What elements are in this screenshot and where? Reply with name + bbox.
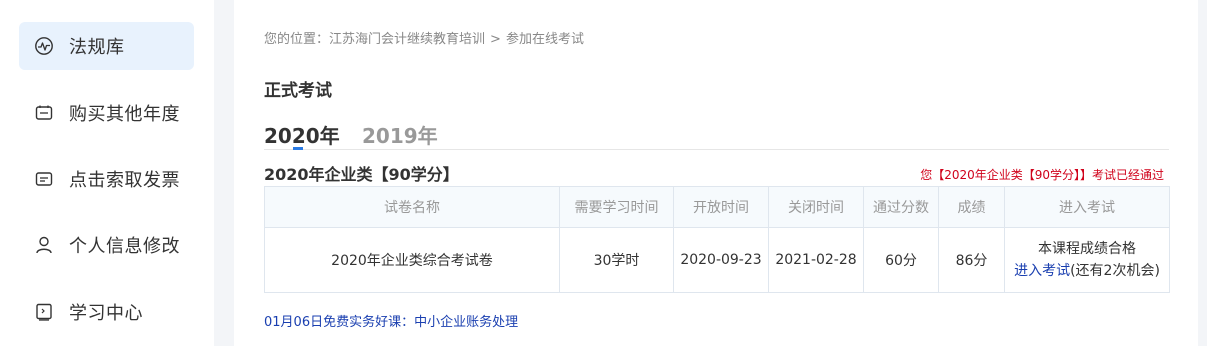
sidebar-item-label: 学习中心 xyxy=(69,303,143,324)
table-row: 2020年企业类综合考试卷 30学时 2020-09-23 2021-02-28… xyxy=(264,227,1170,293)
breadcrumb-prefix: 您的位置： xyxy=(264,32,330,47)
breadcrumb-home-link[interactable]: 江苏海门会计继续教育培训 xyxy=(329,32,485,47)
study-time: 30学时 xyxy=(559,227,674,293)
sidebar: 法规库 购买其他年度 点击索取发票 个人信息修改 学习中心 xyxy=(0,0,214,346)
column-header: 通过分数 xyxy=(863,186,939,228)
pass-score: 60分 xyxy=(863,227,939,293)
column-header: 试卷名称 xyxy=(264,186,560,228)
breadcrumb-separator: > xyxy=(490,32,501,47)
pass-notice: 您【2020年企业类【90学分】】考试已经通过 xyxy=(920,168,1164,182)
exam-category-title: 2020年企业类【90学分】 xyxy=(264,165,459,184)
sidebar-item-law-library[interactable]: 法规库 xyxy=(19,22,194,70)
tab-2019[interactable]: 2019年 xyxy=(362,120,438,149)
sidebar-item-invoice[interactable]: 点击索取发票 xyxy=(19,155,194,203)
sidebar-item-label: 法规库 xyxy=(69,37,125,58)
promo-course-link[interactable]: 01月06日免费实务好课：中小企业账务处理 xyxy=(264,311,518,330)
main-panel: 您的位置：江苏海门会计继续教育培训 > 参加在线考试 正式考试 2020年 2019… xyxy=(234,0,1198,346)
close-date: 2021-02-28 xyxy=(768,227,864,293)
sidebar-item-label: 点击索取发票 xyxy=(69,170,180,191)
enter-exam-line: 进入考试(还有2次机会) xyxy=(1005,260,1169,282)
column-header: 进入考试 xyxy=(1004,186,1170,228)
breadcrumb: 您的位置：江苏海门会计继续教育培训 > 参加在线考试 xyxy=(264,28,584,47)
column-header: 关闭时间 xyxy=(768,186,864,228)
sidebar-item-buy-other-year[interactable]: 购买其他年度 xyxy=(19,89,194,137)
invoice-icon xyxy=(33,168,55,190)
column-header: 开放时间 xyxy=(673,186,769,228)
remaining-chances: (还有2次机会) xyxy=(1070,263,1160,279)
active-tab-indicator xyxy=(293,147,303,150)
pulse-icon xyxy=(33,35,55,57)
course-status: 本课程成绩合格 xyxy=(1038,241,1136,257)
exam-table: 试卷名称 需要学习时间 开放时间 关闭时间 通过分数 成绩 进入考试 2020年… xyxy=(264,186,1170,293)
score: 86分 xyxy=(938,227,1005,293)
tab-2020[interactable]: 2020年 xyxy=(264,120,340,149)
cart-icon xyxy=(33,102,55,124)
page-title: 正式考试 xyxy=(264,81,332,101)
year-tabs: 2020年 2019年 xyxy=(264,120,1169,150)
user-icon xyxy=(33,234,55,256)
enter-exam-cell: 本课程成绩合格 进入考试(还有2次机会) xyxy=(1004,227,1170,293)
open-date: 2020-09-23 xyxy=(673,227,769,293)
sidebar-item-study-center[interactable]: 学习中心 xyxy=(19,288,194,336)
sidebar-item-profile[interactable]: 个人信息修改 xyxy=(19,221,194,269)
column-header: 需要学习时间 xyxy=(559,186,674,228)
exam-name: 2020年企业类综合考试卷 xyxy=(264,227,560,293)
enter-exam-link[interactable]: 进入考试 xyxy=(1014,263,1070,279)
study-icon xyxy=(33,301,55,323)
table-header-row: 试卷名称 需要学习时间 开放时间 关闭时间 通过分数 成绩 进入考试 xyxy=(264,186,1170,228)
column-header: 成绩 xyxy=(938,186,1005,228)
sidebar-item-label: 购买其他年度 xyxy=(69,104,180,125)
sidebar-item-label: 个人信息修改 xyxy=(69,236,180,257)
breadcrumb-current: 参加在线考试 xyxy=(505,32,584,47)
